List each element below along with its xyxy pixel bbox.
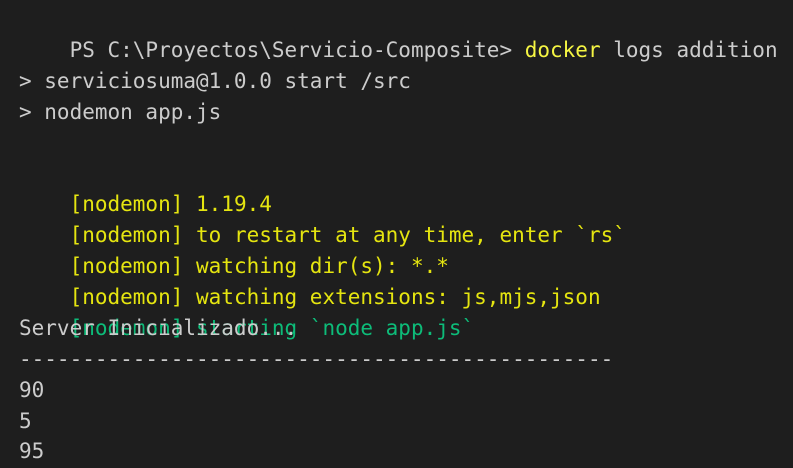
terminal-window[interactable]: PS C:\Proyectos\Servicio-Composite> dock… <box>0 0 793 468</box>
npm-start-line: > serviciosuma@1.0.0 start /src <box>19 68 411 93</box>
nodemon-tag: [nodemon] <box>69 192 184 217</box>
divider-line: ----------------------------------------… <box>19 346 614 371</box>
output-value: 95 <box>19 439 45 464</box>
nodemon-text: watching extensions: js,mjs,json <box>183 285 601 310</box>
output-value: 90 <box>19 377 45 402</box>
nodemon-text: 1.19.4 <box>183 192 272 217</box>
nodemon-version-line: [nodemon] 1.19.4 <box>19 158 793 216</box>
npm-script-line: > nodemon app.js <box>19 99 222 124</box>
nodemon-tag: [nodemon] <box>69 285 184 310</box>
prompt-path: PS C:\Proyectos\Servicio-Composite> <box>69 37 525 62</box>
nodemon-text: to restart at any time, enter `rs` <box>183 223 626 248</box>
nodemon-tag: [nodemon] <box>69 254 184 279</box>
nodemon-tag: [nodemon] <box>69 223 184 248</box>
prompt-line: PS C:\Proyectos\Servicio-Composite> dock… <box>19 4 793 62</box>
nodemon-text: watching dir(s): *.* <box>183 254 449 279</box>
prompt-command: docker <box>524 37 601 62</box>
output-value: 5 <box>19 408 32 433</box>
prompt-args: logs addition <box>600 37 778 62</box>
